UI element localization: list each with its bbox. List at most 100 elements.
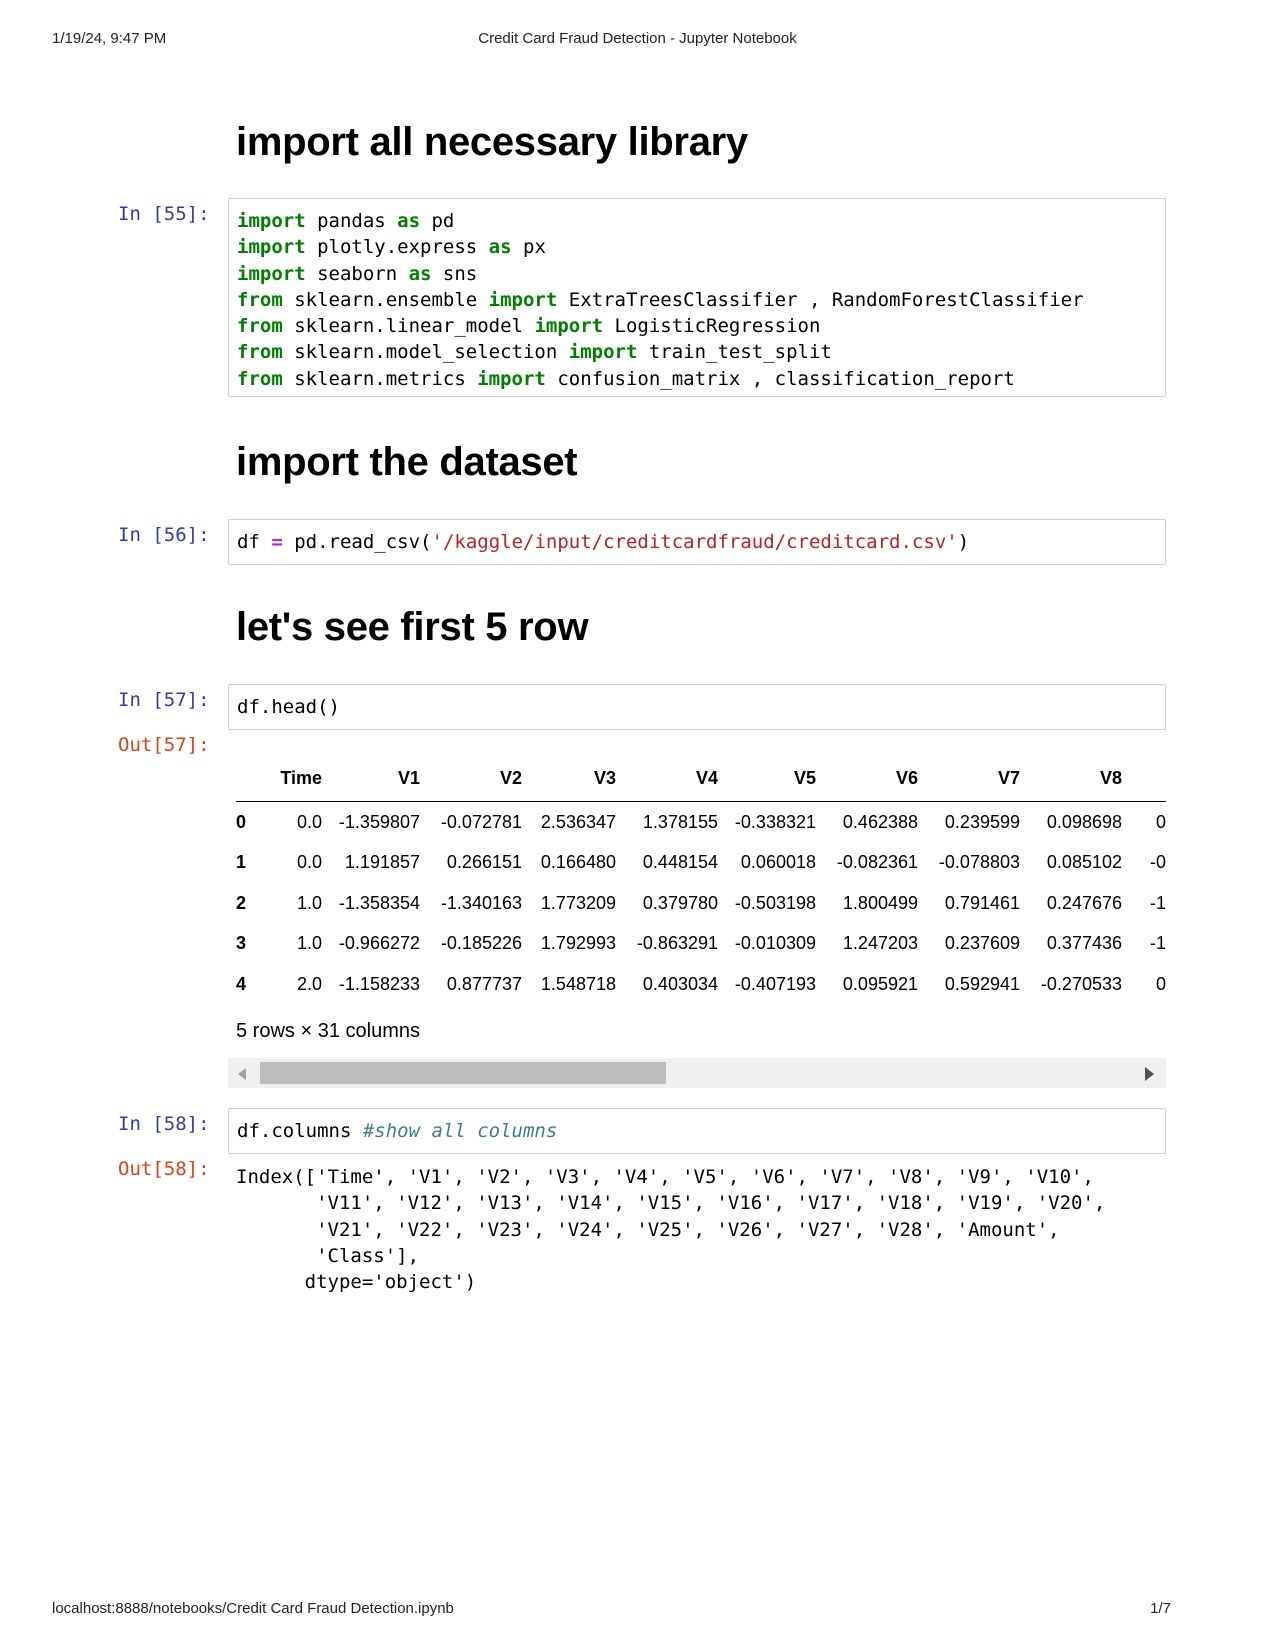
code-keyword: import: [534, 315, 604, 338]
row-index: 3: [236, 933, 247, 954]
column-header: [236, 755, 266, 802]
table-row: 3 1.0 -0.966272 -0.185226 1.792993 -0.863291-…: [236, 924, 1166, 965]
code-keyword: as: [397, 210, 421, 232]
horizontal-scrollbar[interactable]: [228, 1058, 1166, 1088]
output-prompt-57: Out[57]:: [118, 734, 210, 756]
table-cell: 0.239599: [944, 811, 1020, 832]
code-token: ExtraTreesClassifier , RandomForestClass…: [557, 288, 1084, 311]
code-line: import seaborn as sns: [237, 261, 1157, 287]
code-keyword: from: [237, 367, 283, 390]
table-cell: 1.0: [296, 892, 322, 913]
table-row: 2 1.0 -1.358354 -1.340163 1.773209 0.379780 -0…: [236, 883, 1166, 924]
table-cell: 0.098698: [1046, 811, 1122, 832]
output-line: Index(['Time', 'V1', 'V2', 'V3', 'V4', '…: [236, 1166, 1094, 1188]
column-header: V4: [616, 755, 718, 802]
table-cell: 0.060018: [740, 852, 816, 873]
column-header: V1: [322, 755, 420, 802]
table-cell: 0.403034: [642, 973, 718, 990]
table-cell: -1: [1149, 892, 1166, 913]
code-keyword: import: [568, 341, 638, 364]
row-index: 2: [236, 892, 247, 913]
table-row: 4 2.0 -1.158233 0.877737 1.548718 0.403034 -0.…: [236, 964, 1166, 990]
table-cell: 0.0: [296, 811, 322, 832]
code-comment: #show all columns: [362, 1120, 558, 1142]
scrollbar-thumb[interactable]: [260, 1062, 666, 1084]
code-token: pandas: [305, 210, 398, 232]
code-keyword: from: [237, 315, 283, 338]
columns-output: Index(['Time', 'V1', 'V2', 'V3', 'V4', '…: [236, 1164, 1105, 1295]
code-operator: =: [271, 531, 283, 553]
table-cell: 0.166480: [540, 852, 616, 873]
table-cell: -1.158233: [338, 973, 420, 990]
code-token: sklearn.ensemble: [282, 288, 489, 311]
input-prompt-57: In [57]:: [118, 689, 210, 711]
table-cell: 0.791461: [944, 892, 1020, 913]
column-header: [1122, 755, 1166, 802]
code-keyword: import: [477, 367, 546, 390]
scroll-left-icon[interactable]: [238, 1068, 246, 1080]
table-cell: -0.082361: [836, 852, 918, 873]
dataframe-table: Time V1 V2 V3 V4 V5 V6 V7 V8 0 0.0 -1.359807 -0.072…: [236, 755, 1166, 990]
input-prompt-58: In [58]:: [118, 1113, 210, 1135]
code-token: sklearn.linear_model: [282, 315, 535, 338]
code-token: confusion_matrix , classification_report: [545, 367, 1015, 390]
code-keyword: import: [488, 288, 558, 311]
column-header: V2: [420, 755, 522, 802]
table-cell: -1.359807: [338, 811, 420, 832]
table-cell: 0.462388: [842, 811, 918, 832]
table-cell: -0: [1149, 852, 1166, 873]
table-cell: 1.247203: [842, 933, 918, 954]
column-header: V3: [522, 755, 616, 802]
code-token: pd.read_csv(: [282, 531, 432, 553]
table-cell: 0.237609: [944, 933, 1020, 954]
code-cell-imports[interactable]: import pandas as pd import plotly.express…: [228, 198, 1166, 397]
markdown-heading-imports: import all necessary library: [236, 120, 748, 164]
row-index: 1: [236, 852, 247, 873]
column-header: V7: [918, 755, 1020, 802]
table-cell: -0.010309: [734, 933, 816, 954]
output-prompt-58: Out[58]:: [118, 1158, 210, 1180]
print-header: 1/19/24, 9:47 PM Credit Card Fraud Detec…: [52, 30, 1223, 50]
code-token: df: [237, 531, 272, 553]
markdown-heading-dataset: import the dataset: [236, 440, 578, 484]
code-keyword: import: [237, 262, 306, 285]
code-token: df.columns: [237, 1120, 363, 1142]
code-token: ): [957, 531, 970, 553]
scroll-right-icon[interactable]: [1145, 1067, 1154, 1081]
code-cell-columns[interactable]: df.columns #show all columns: [228, 1108, 1166, 1154]
table-cell: 1.0: [296, 933, 322, 954]
table-cell: 1.378155: [642, 811, 718, 832]
code-token: plotly.express: [305, 236, 489, 259]
code-cell-read-csv[interactable]: df = pd.read_csv('/kaggle/input/creditca…: [228, 519, 1166, 565]
table-cell: -0.338321: [734, 811, 816, 832]
print-page-number: 1/7: [1150, 1600, 1171, 1617]
code-cell-head[interactable]: df.head(): [228, 684, 1166, 730]
table-cell: 1.773209: [540, 892, 616, 913]
table-row: 0 0.0 -1.359807 -0.072781 2.536347 1.378155 -0…: [236, 802, 1166, 843]
input-prompt-56: In [56]:: [118, 524, 210, 546]
code-token: sklearn.metrics: [282, 367, 478, 390]
input-prompt-55: In [55]:: [118, 203, 210, 225]
table-cell: -0.185226: [440, 933, 522, 954]
code-line: import pandas as pd: [237, 208, 1157, 234]
code-token: px: [511, 236, 546, 259]
table-row: 1 0.0 1.191857 0.266151 0.166480 0.448154 0.06…: [236, 843, 1166, 884]
table-cell: -0.966272: [338, 933, 420, 954]
code-line: import plotly.express as px: [237, 234, 1157, 260]
output-line: 'V21', 'V22', 'V23', 'V24', 'V25', 'V26'…: [236, 1218, 1060, 1241]
table-cell: 0.377436: [1046, 933, 1122, 954]
table-cell: 0.0: [296, 852, 322, 873]
code-keyword: from: [237, 288, 283, 311]
code-token: pd: [420, 210, 455, 232]
table-cell: 1.548718: [540, 973, 616, 990]
code-keyword: import: [237, 236, 306, 259]
dataframe-output: Time V1 V2 V3 V4 V5 V6 V7 V8 0 0.0 -1.359807 -0.072…: [236, 755, 1166, 990]
table-cell: 0.448154: [642, 852, 718, 873]
table-cell: -0.270533: [1040, 973, 1122, 990]
print-footer: localhost:8888/notebooks/Credit Card Fra…: [52, 1600, 1223, 1620]
code-token: train_test_split: [637, 341, 832, 364]
code-keyword: as: [488, 236, 512, 259]
table-cell: -0.863291: [636, 933, 718, 954]
code-line: from sklearn.model_selection import trai…: [237, 339, 1157, 365]
print-title: Credit Card Fraud Detection - Jupyter No…: [478, 30, 797, 47]
